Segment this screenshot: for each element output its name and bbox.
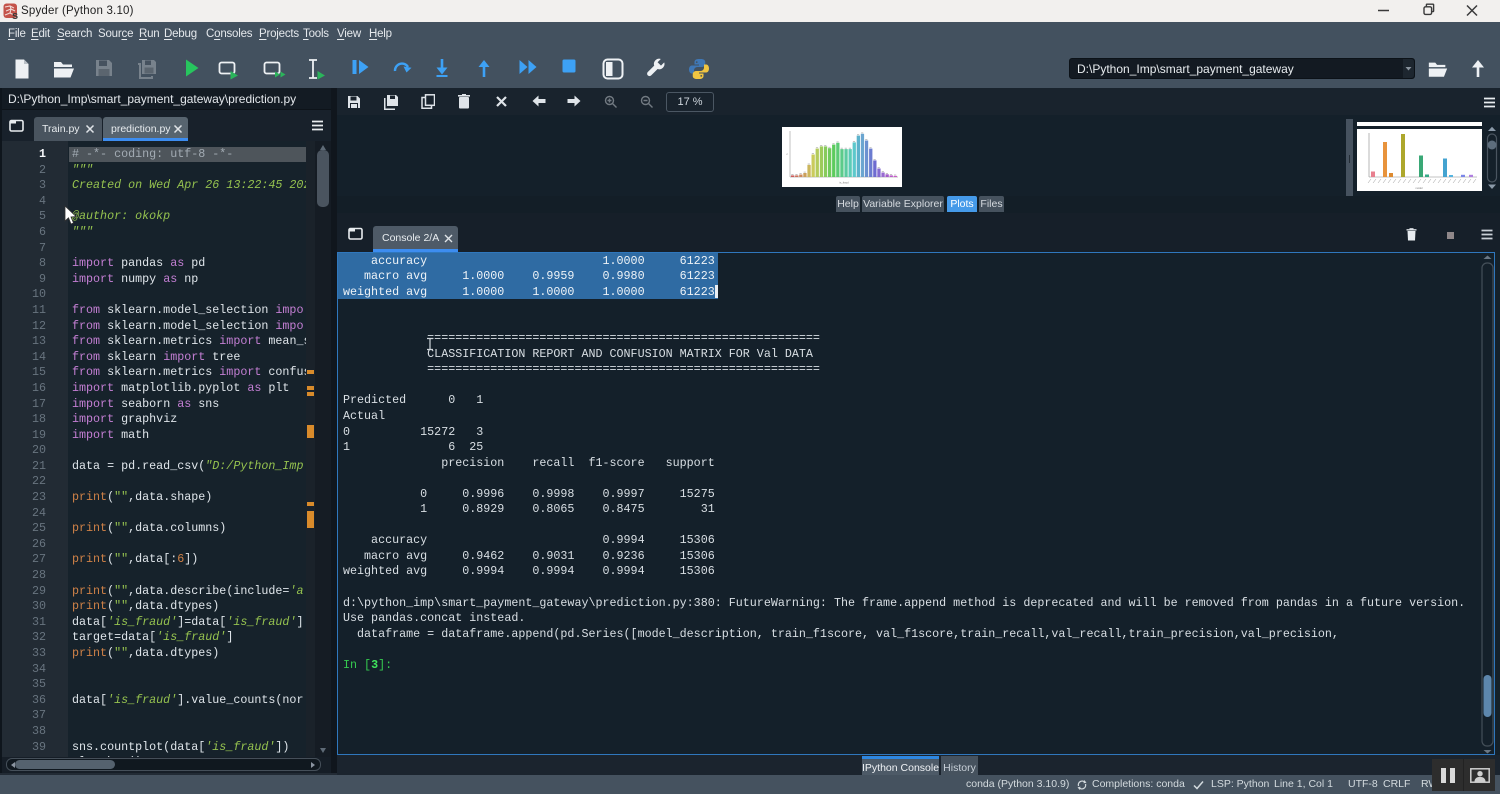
svg-text:model: model bbox=[1415, 186, 1422, 190]
svg-text:is_fraud: is_fraud bbox=[839, 181, 849, 185]
svg-text:s: s bbox=[12, 10, 18, 20]
